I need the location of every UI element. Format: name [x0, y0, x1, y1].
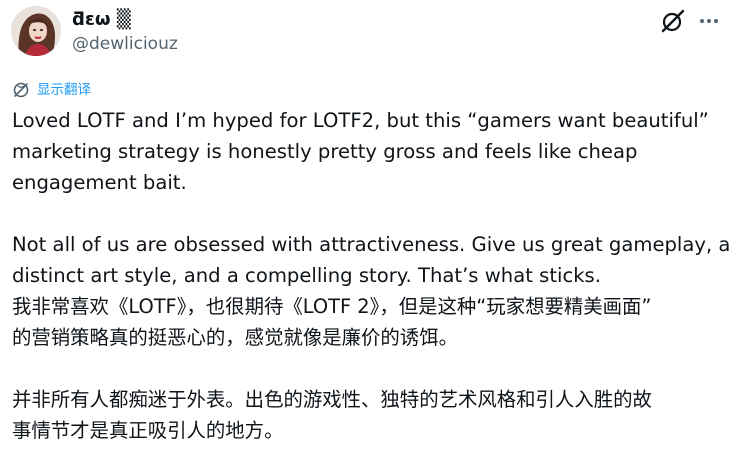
avatar[interactable]: [11, 6, 61, 56]
tweet-text-line: 我非常喜欢《LOTF》，也很期待《LOTF 2》，但是这种“玩家想要精美画面”: [12, 295, 652, 318]
show-translation-button[interactable]: 显示翻译: [12, 80, 91, 100]
tweet-text-line: Loved LOTF and I’m hyped for LOTF2, but …: [12, 109, 709, 132]
tweet: ƌεω ▒ @dewliciouz 显示翻译 Loved LOTF and I’…: [0, 0, 751, 466]
tweet-text-original: Loved LOTF and I’m hyped for LOTF2, but …: [12, 105, 742, 291]
translate-globe-icon: [12, 81, 30, 99]
tweet-text-line: distinct art style, and a compelling sto…: [12, 264, 601, 287]
tweet-text-line: 的营销策略真的挺恶心的，感觉就像是廉价的诱饵。: [12, 326, 458, 349]
tweet-text-line: Not all of us are obsessed with attracti…: [12, 233, 731, 256]
display-name[interactable]: ƌεω ▒: [72, 8, 131, 32]
user-handle[interactable]: @dewliciouz: [72, 33, 178, 55]
tweet-text-line: 事情节才是真正吸引人的地方。: [12, 419, 284, 442]
tweet-text-line: 并非所有人都痴迷于外表。出色的游戏性、独特的艺术风格和引人入胜的故: [12, 388, 652, 411]
tweet-text-line: engagement bait.: [12, 171, 187, 194]
tweet-text-line: marketing strategy is honestly pretty gr…: [12, 140, 638, 163]
more-options-icon[interactable]: [697, 10, 721, 32]
tweet-text-translation: 我非常喜欢《LOTF》，也很期待《LOTF 2》，但是这种“玩家想要精美画面” …: [12, 291, 742, 446]
avatar-photo: [11, 6, 61, 56]
grok-icon[interactable]: [660, 8, 686, 34]
show-translation-label: 显示翻译: [37, 82, 91, 98]
